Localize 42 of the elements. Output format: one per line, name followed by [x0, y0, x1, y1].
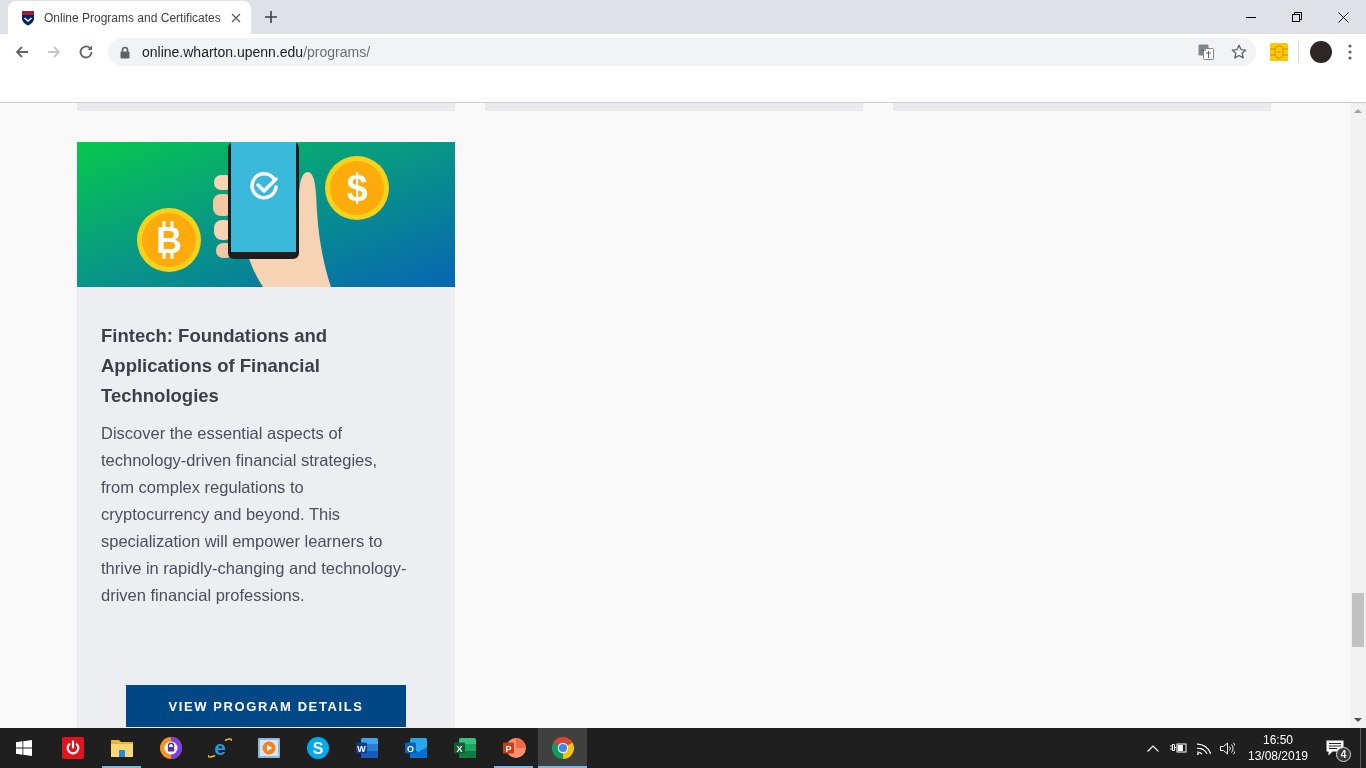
speaker-icon[interactable]: [1219, 741, 1235, 755]
view-details-button[interactable]: VIEW PROGRAM DETAILS: [126, 685, 406, 727]
avatar-icon[interactable]: [1310, 41, 1332, 63]
clock-date[interactable]: 13/08/2019: [1247, 748, 1309, 764]
taskbar-button[interactable]: W: [342, 728, 391, 768]
browser-tab[interactable]: Online Programs and Certificates: [8, 1, 251, 34]
play-tile-icon[interactable]: [256, 736, 281, 760]
shield-icon: [20, 9, 36, 26]
scroll-down-icon[interactable]: [1354, 718, 1362, 722]
chevron-up-icon[interactable]: [1147, 744, 1159, 752]
lock-icon: [120, 45, 130, 59]
clock-time[interactable]: 16:50: [1263, 732, 1293, 748]
restore-icon[interactable]: [1292, 12, 1302, 22]
scrollbar-thumb[interactable]: [1352, 593, 1364, 647]
program-title: Fintech: Foundations and Applications of Financial Technologies: [101, 324, 329, 408]
wifi-icon[interactable]: [1195, 741, 1211, 755]
taskbar-button[interactable]: X: [440, 728, 489, 768]
dollar-coin-icon: $: [325, 156, 389, 220]
power-icon[interactable]: [60, 736, 85, 760]
program-description: Discover the essential aspects of technology-driven financial strategies, from complex regulations to cryptocurrency and beyond. This specialization will empower learners to thrive in rapidly-changing and technology-driven financial professions.: [101, 423, 408, 606]
address-bar[interactable]: online.wharton.upenn.edu/programs/: [108, 38, 1256, 66]
bitcoin-coin-icon: B: [137, 208, 201, 272]
menu-icon[interactable]: [1348, 44, 1352, 60]
translate-icon[interactable]: [1198, 44, 1214, 60]
reload-icon[interactable]: [78, 44, 94, 60]
close-icon[interactable]: [1337, 11, 1349, 23]
check-circle-icon: [250, 172, 278, 200]
scrollbar[interactable]: [1350, 103, 1366, 728]
lock-circle-icon[interactable]: [158, 736, 183, 760]
taskbar-button[interactable]: e: [195, 728, 244, 768]
taskbar-button[interactable]: [538, 728, 587, 768]
taskbar-button[interactable]: P: [489, 728, 538, 768]
notification-badge: 4: [1336, 747, 1351, 762]
segmented-circle-icon[interactable]: [550, 736, 575, 760]
windows-icon[interactable]: [16, 740, 32, 756]
battery-charging-icon[interactable]: [1169, 743, 1187, 753]
new-tab-icon[interactable]: [263, 10, 278, 24]
back-icon[interactable]: [14, 44, 30, 60]
taskbar-button[interactable]: O: [391, 728, 440, 768]
url-text: online.wharton.upenn.edu/programs/: [142, 44, 371, 60]
close-icon[interactable]: [230, 12, 241, 23]
star-icon[interactable]: [1231, 44, 1247, 60]
